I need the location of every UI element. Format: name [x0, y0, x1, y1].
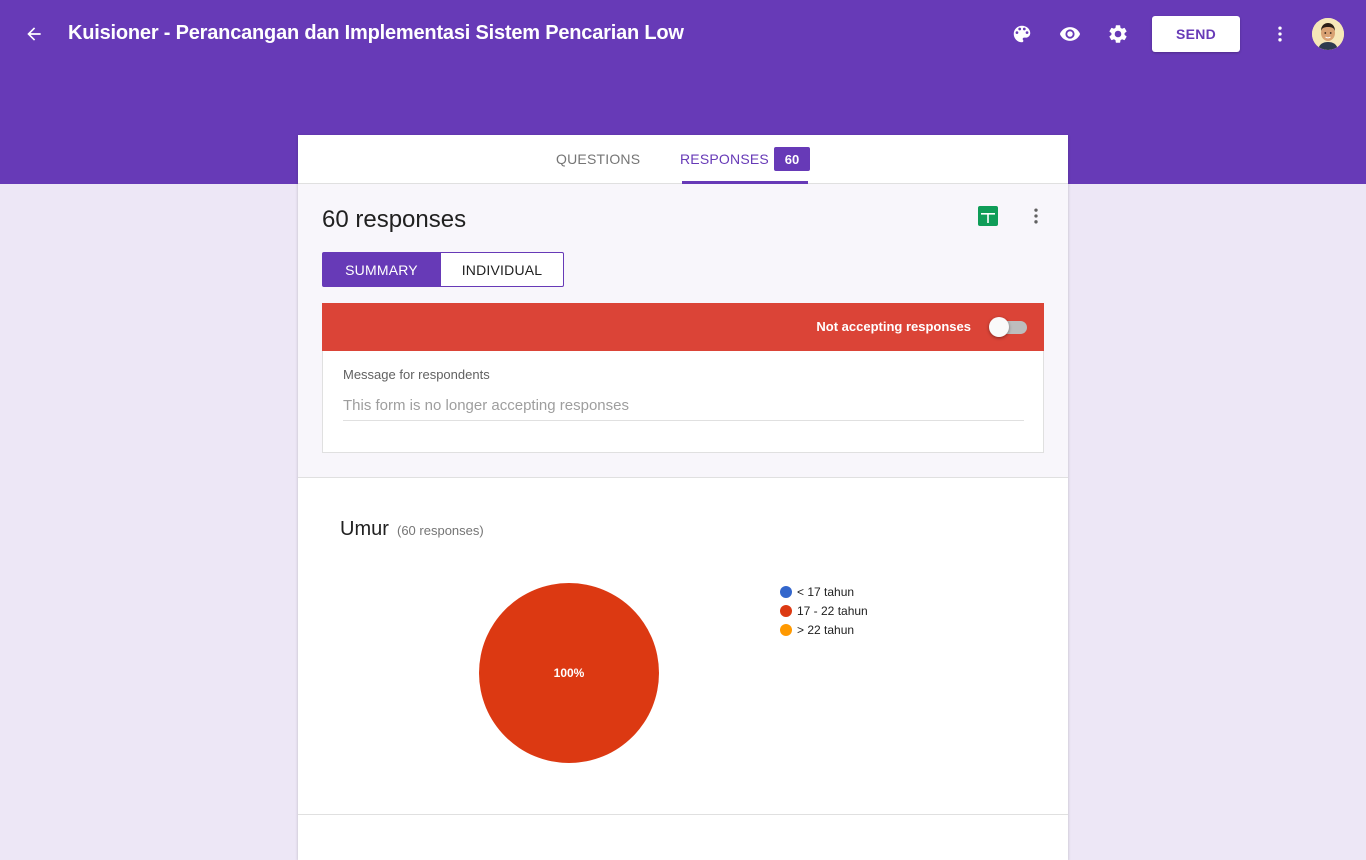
chart-legend: < 17 tahun 17 - 22 tahun > 22 tahun: [780, 582, 868, 639]
responses-card: QUESTIONS RESPONSES 60 60 responses SUMM…: [298, 135, 1068, 860]
eye-icon: [1059, 27, 1081, 41]
legend-swatch: [780, 623, 792, 636]
message-label: Message for respondents: [343, 367, 490, 382]
pie-chart-svg: 100%: [479, 583, 659, 763]
responses-title: 60 responses: [322, 206, 467, 233]
palette-icon: [1013, 25, 1031, 43]
accepting-responses-label: Not accepting responses: [816, 319, 971, 334]
preview-button[interactable]: [1054, 18, 1086, 50]
tab-responses[interactable]: RESPONSES: [680, 151, 769, 167]
responses-header: 60 responses SUMMARY INDIVIDUAL Not acce…: [298, 184, 1068, 478]
more-vert-icon: [1034, 208, 1038, 224]
customize-theme-button[interactable]: [1006, 18, 1038, 50]
sheets-icon: [978, 206, 998, 226]
message-box: Message for respondents: [322, 351, 1044, 453]
user-avatar-icon: [1312, 18, 1344, 50]
create-spreadsheet-button[interactable]: [978, 206, 998, 226]
question-title: Umur: [340, 518, 389, 540]
settings-button[interactable]: [1102, 18, 1134, 50]
form-title: Kuisioner - Perancangan dan Implementasi…: [68, 22, 684, 44]
summary-tab[interactable]: SUMMARY: [322, 252, 441, 287]
tab-questions[interactable]: QUESTIONS: [556, 151, 640, 167]
legend-item: < 17 tahun: [780, 582, 868, 601]
pie-slice-label-1: 100%: [554, 666, 585, 680]
responses-count-badge: 60: [774, 147, 810, 171]
gear-icon: [1109, 25, 1127, 43]
send-button[interactable]: SEND: [1152, 16, 1240, 52]
legend-swatch: [780, 604, 792, 617]
message-input[interactable]: [343, 395, 1024, 421]
avatar[interactable]: [1312, 18, 1344, 50]
question-summary-umur: Umur (60 responses) 100% < 17 tahun 17 - …: [298, 478, 1068, 815]
question-response-count: (60 responses): [397, 523, 484, 538]
toggle-thumb: [989, 317, 1009, 337]
legend-label: > 22 tahun: [797, 622, 855, 637]
legend-swatch: [780, 585, 792, 598]
accepting-responses-toggle[interactable]: [989, 317, 1027, 337]
back-arrow-icon: [27, 27, 41, 41]
legend-item: 17 - 22 tahun: [780, 601, 868, 620]
individual-tab[interactable]: INDIVIDUAL: [440, 252, 564, 287]
accepting-responses-bar: Not accepting responses: [322, 303, 1044, 351]
more-options-button[interactable]: [1264, 18, 1296, 50]
pie-chart: 100%: [478, 582, 660, 764]
legend-item: > 22 tahun: [780, 620, 868, 639]
legend-label: 17 - 22 tahun: [797, 603, 868, 618]
responses-more-button[interactable]: [1024, 204, 1048, 228]
tabs-bar: QUESTIONS RESPONSES 60: [298, 135, 1068, 184]
next-question-section: [298, 815, 1068, 860]
back-button[interactable]: [18, 18, 50, 50]
more-vert-icon: [1278, 26, 1282, 42]
legend-label: < 17 tahun: [797, 584, 855, 599]
